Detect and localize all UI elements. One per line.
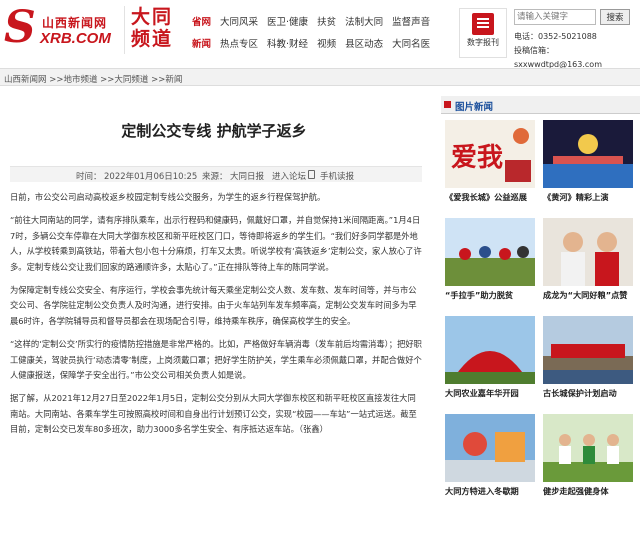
breadcrumb-bar: 山西新闻网 >>地市频道 >>大同频道 >>新闻 (0, 68, 640, 86)
channel-line-2: 频道 (131, 28, 174, 50)
picture-news-item[interactable]: “手拉手”助力脱贫 (445, 218, 535, 301)
picture-news-item[interactable]: 成龙为“大同好粮”点赞 (543, 218, 633, 301)
news-caption[interactable]: 古长城保护计划启动 (543, 387, 633, 399)
article-body: 日前，市公交公司启动高校返乡校园定制专线公交服务，为学生的返乡行程保驾护航。 “… (10, 190, 422, 446)
article: 定制公交专线 护航学子返乡 时间： 2022年01月06日10:25 来源： 大… (0, 92, 428, 552)
nav-link[interactable]: 扶贫 (317, 14, 336, 28)
section-square-icon (444, 101, 451, 108)
search-box: 搜索 (514, 9, 636, 27)
sidebar-header: 图片新闻 (441, 96, 640, 114)
mobile-icon (308, 170, 315, 179)
nav-link[interactable]: 县区动态 (345, 36, 383, 50)
nav-link[interactable]: 视频 (317, 36, 336, 50)
news-photo[interactable] (543, 218, 633, 286)
picture-news-item[interactable]: 大同方特进入冬歇期 (445, 414, 535, 497)
phone-icon-wrap (308, 170, 317, 180)
photo-great-wall-protection (543, 316, 633, 384)
picture-news-item[interactable]: 大同农业嘉年华开园 (445, 316, 535, 399)
nav-link[interactable]: 大同名医 (392, 36, 430, 50)
phone-text: 电话：0352-5021088 (514, 32, 597, 41)
channel-line-1: 大同 (131, 6, 174, 28)
news-caption[interactable]: 大同农业嘉年华开园 (445, 387, 535, 399)
contact-info: 电话：0352-5021088 投稿信箱：sxxwwdtpd@163.com (514, 30, 640, 72)
news-photo[interactable] (543, 120, 633, 188)
source-label: 来源： (202, 172, 228, 182)
news-photo[interactable]: 爱我 (445, 120, 535, 188)
picture-news-item[interactable]: 古长城保护计划启动 (543, 316, 633, 399)
article-paragraph: “这样的‘定制公交’所实行的疫情防控措施是非常严格的。比如，严格做好车辆消毒（发… (10, 339, 422, 381)
main-nav: 省网 大同风采 医卫·健康 扶贫 法制大同 监督声音 新闻 热点专区 科教·财经… (192, 10, 442, 54)
news-caption[interactable]: 《黄河》精彩上演 (543, 191, 633, 203)
epaper-link[interactable]: 数字报刊 (459, 8, 507, 58)
photo-fitness-walk (543, 414, 633, 482)
nav-link[interactable]: 省网 (192, 14, 211, 28)
photo-yellow-river-show (543, 120, 633, 188)
article-paragraph: 为保障定制专线公交安全、有序运行，学校会事先统计每天乘坐定制公交人数、发车数、发… (10, 285, 417, 326)
photo-poverty-aid (445, 218, 535, 286)
mobile-read-link[interactable]: 手机读报 (320, 170, 354, 182)
epaper-label: 数字报刊 (467, 38, 499, 47)
time-label: 时间： (76, 172, 102, 182)
article-paragraph: 日前，市公交公司启动高校返乡校园定制专线公交服务，为学生的返乡行程保驾护航。 (10, 192, 326, 202)
channel-title: 大同 频道 (124, 6, 188, 54)
logo-english: XRB.COM (40, 30, 111, 47)
search-input[interactable] (514, 9, 596, 25)
search-button[interactable]: 搜索 (600, 9, 630, 25)
article-meta: 时间： 2022年01月06日10:25 来源： 大同日报 进入论坛 手机读报 (10, 166, 422, 182)
nav-row-1: 省网 大同风采 医卫·健康 扶贫 法制大同 监督声音 (192, 10, 442, 32)
newspaper-icon (472, 13, 494, 35)
forum-link[interactable]: 进入论坛 (272, 170, 306, 182)
nav-link[interactable]: 大同风采 (220, 14, 258, 28)
photo-jackie-chan-grain (543, 218, 633, 286)
news-caption[interactable]: 成龙为“大同好粮”点赞 (543, 289, 633, 301)
sidebar-title: 图片新闻 (455, 102, 494, 113)
nav-link[interactable]: 新闻 (192, 36, 211, 50)
nav-link[interactable]: 监督声音 (392, 14, 430, 28)
news-photo[interactable] (543, 414, 633, 482)
nav-row-2: 新闻 热点专区 科教·财经 视频 县区动态 大同名医 (192, 32, 442, 54)
picture-news-sidebar: 图片新闻 爱我 《爱我长城》公益巡展 《黄河》精彩上演 “手拉手”助力脱贫 成龙… (441, 92, 640, 552)
picture-news-item[interactable]: 健步走起强健身体 (543, 414, 633, 497)
picture-news-item[interactable]: 《黄河》精彩上演 (543, 120, 633, 203)
news-photo[interactable] (445, 414, 535, 482)
picture-news-item[interactable]: 爱我 《爱我长城》公益巡展 (445, 120, 535, 203)
news-photo[interactable] (543, 316, 633, 384)
news-photo[interactable] (445, 316, 535, 384)
svg-text:爱我: 爱我 (451, 143, 503, 173)
photo-agri-carnival (445, 316, 535, 384)
article-paragraph: 据了解，从2021年12月27日至2022年1月5日，定制公交分别从大同大学御东… (10, 393, 417, 435)
source-name: 大同日报 (230, 172, 265, 182)
nav-link[interactable]: 医卫·健康 (267, 14, 308, 28)
publish-time: 2022年01月06日10:25 (104, 172, 198, 182)
nav-link[interactable]: 热点专区 (220, 36, 258, 50)
news-photo[interactable] (445, 218, 535, 286)
photo-fantawild-winter (445, 414, 535, 482)
article-title: 定制公交专线 护航学子返乡 (121, 122, 307, 140)
news-caption[interactable]: 健步走起强健身体 (543, 485, 633, 497)
logo-chinese: 山西新闻网 (42, 16, 108, 30)
photo-great-wall-exhibit: 爱我 (445, 120, 535, 188)
article-paragraph: “前往大同南站的同学，请有序排队乘车，出示行程码和健康码，佩戴好口罩，并自觉保持… (10, 215, 422, 272)
news-caption[interactable]: 大同方特进入冬歇期 (445, 485, 535, 497)
logo-s-mark: S (4, 2, 36, 53)
nav-link[interactable]: 科教·财经 (267, 36, 308, 50)
site-logo[interactable]: S 山西新闻网 XRB.COM (4, 4, 122, 56)
breadcrumb[interactable]: 山西新闻网 >>地市频道 >>大同频道 >>新闻 (4, 73, 182, 85)
news-caption[interactable]: 《爱我长城》公益巡展 (445, 191, 535, 203)
news-caption[interactable]: “手拉手”助力脱贫 (445, 289, 535, 301)
site-header: S 山西新闻网 XRB.COM 大同 频道 省网 大同风采 医卫·健康 扶贫 法… (0, 0, 640, 69)
nav-link[interactable]: 法制大同 (345, 14, 383, 28)
